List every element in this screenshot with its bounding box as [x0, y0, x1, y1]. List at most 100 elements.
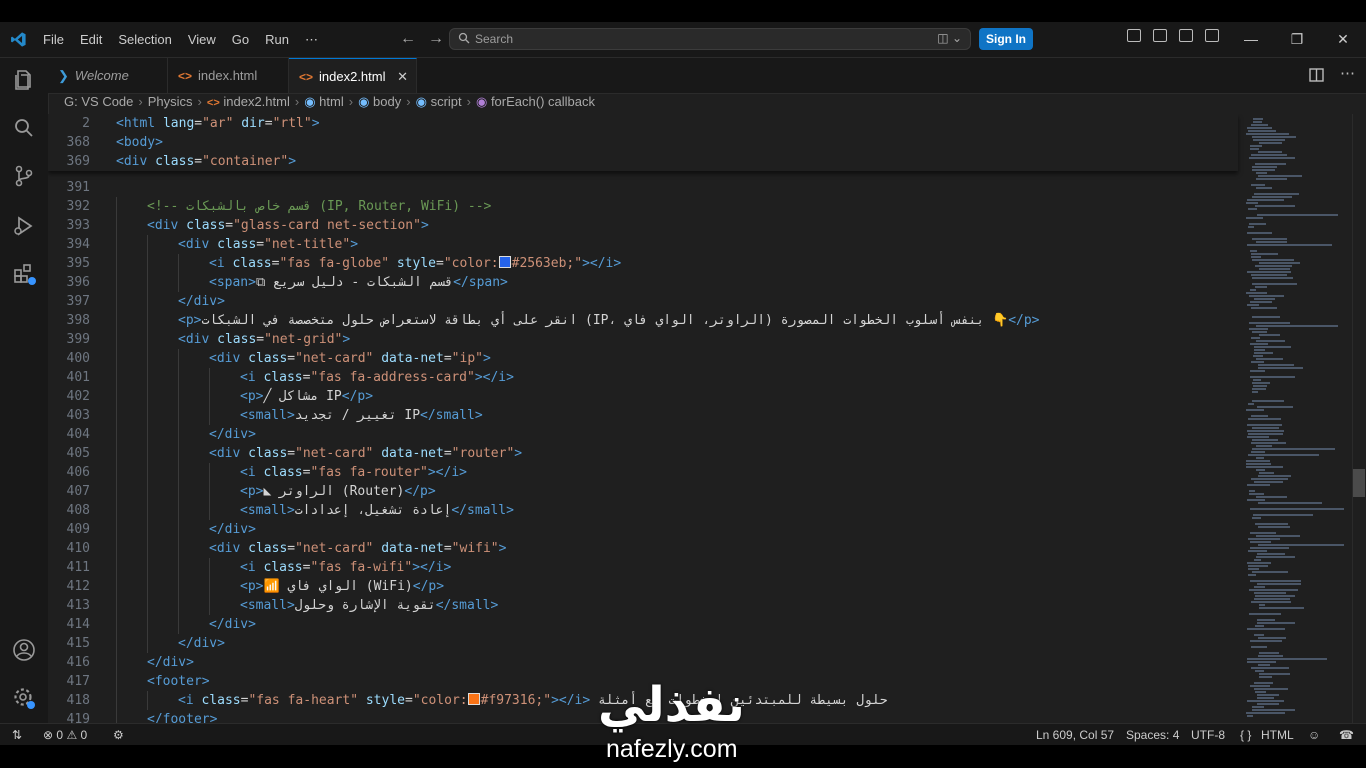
minimap[interactable]	[1244, 114, 1352, 724]
sticky-line[interactable]: 368 <body>	[48, 133, 1238, 152]
code-line[interactable]: 401 <i class="fas fa-address-card"></i>	[48, 368, 1238, 387]
command-center-search[interactable]: Search ◫ ⌄	[449, 28, 971, 50]
code-line[interactable]: 414 </div>	[48, 615, 1238, 634]
code-line[interactable]: 392 <!-- قسم خاص بالشبكات (IP, Router, Wi…	[48, 197, 1238, 216]
breadcrumb-item[interactable]: Physics	[148, 94, 193, 109]
sticky-line[interactable]: 369 <div class="container">	[48, 152, 1238, 171]
close-tab-icon[interactable]: ✕	[397, 69, 408, 84]
code-line[interactable]: 410 <div class="net-card" data-net="wifi"…	[48, 539, 1238, 558]
sticky-line[interactable]: 2 <html lang="ar" dir="rtl">	[48, 114, 1238, 133]
code-line[interactable]: 404 </div>	[48, 425, 1238, 444]
problems-status[interactable]: ⊗ 0 ⚠ 0	[43, 724, 87, 746]
code-line[interactable]: 403 <small>تغيير / تجديد IP</small>	[48, 406, 1238, 425]
breadcrumb-item[interactable]: VS Code	[81, 94, 133, 109]
code-line[interactable]: 406 <i class="fas fa-router"></i>	[48, 463, 1238, 482]
explorer-icon[interactable]	[12, 68, 36, 92]
indent-guide	[209, 558, 210, 577]
code-line[interactable]: 418 <i class="fas fa-heart" style="color:…	[48, 691, 1238, 710]
manage-gear-icon[interactable]	[12, 686, 36, 710]
code-line[interactable]: 415 </div>	[48, 634, 1238, 653]
minimap-line	[1257, 214, 1338, 216]
menu-selection[interactable]: Selection	[118, 32, 171, 47]
code-line[interactable]: 397 </div>	[48, 292, 1238, 311]
code-line[interactable]: 416 </div>	[48, 653, 1238, 672]
code-line[interactable]: 409 </div>	[48, 520, 1238, 539]
code-line[interactable]: 391	[48, 178, 1238, 197]
code-line[interactable]: 413 <small>تقوية الإشارة وحلول</small>	[48, 596, 1238, 615]
restore-icon[interactable]: ❐	[1274, 22, 1320, 57]
back-arrow-icon[interactable]: ←	[400, 30, 416, 47]
toggle-panel-icon[interactable]	[1179, 29, 1193, 42]
minimap-line	[1249, 589, 1298, 591]
indent-guide	[147, 463, 148, 482]
minimap-line	[1259, 262, 1300, 264]
code-text: </div>	[209, 522, 256, 537]
minimap-line	[1248, 538, 1280, 540]
forward-arrow-icon[interactable]: →	[428, 30, 444, 47]
code-line[interactable]: 405 <div class="net-card" data-net="route…	[48, 444, 1238, 463]
minimap-line	[1251, 256, 1261, 258]
indent-guide	[147, 577, 148, 596]
indent-guide	[116, 615, 117, 634]
run-debug-icon[interactable]	[12, 214, 36, 238]
minimize-icon[interactable]: —	[1228, 22, 1274, 57]
code-line[interactable]: 396 <span>⧉ قسم الشبكات - دليل سريع</span…	[48, 273, 1238, 292]
code-line[interactable]: 395 <i class="fas fa-globe" style="color:…	[48, 254, 1238, 273]
copilot-chevron-icon[interactable]: ◫ ⌄	[937, 31, 962, 45]
toggle-secondary-sidebar-icon[interactable]	[1205, 29, 1219, 42]
menu-edit[interactable]: Edit	[80, 32, 102, 47]
source-control-icon[interactable]	[12, 164, 36, 188]
tab-index-html[interactable]: <> index.html	[168, 58, 289, 93]
code-line[interactable]: 394 <div class="net-title">	[48, 235, 1238, 254]
account-icon[interactable]	[12, 638, 36, 662]
code-line[interactable]: 411 <i class="fas fa-wifi"></i>	[48, 558, 1238, 577]
breadcrumb-item[interactable]: forEach() callback	[491, 94, 595, 109]
encoding-status[interactable]: UTF-8	[1191, 724, 1225, 746]
code-line[interactable]: 398 <p>انقر على أي بطاقة لاستعراض حلول مت…	[48, 311, 1238, 330]
breadcrumb-item[interactable]: script	[431, 94, 462, 109]
breadcrumb-item[interactable]: html	[319, 94, 344, 109]
code-line[interactable]: 407 <p>◣ الراوتر (Router)</p>	[48, 482, 1238, 501]
element-icon: ◉	[358, 94, 370, 109]
sign-in-button[interactable]: Sign In	[979, 28, 1033, 50]
vertical-scrollbar[interactable]	[1352, 114, 1366, 724]
menu-file[interactable]: File	[43, 32, 64, 47]
copilot-icon[interactable]: ☺	[1308, 724, 1320, 746]
breadcrumb-item[interactable]: index2.html	[223, 94, 289, 109]
code-line[interactable]: 402 <p>╱ مشاكل IP</p>	[48, 387, 1238, 406]
extensions-icon[interactable]	[12, 262, 36, 286]
cursor-position[interactable]: Ln 609, Col 57	[1036, 724, 1114, 746]
split-editor-icon[interactable]	[1309, 68, 1324, 82]
code-line[interactable]: 419 </footer>	[48, 710, 1238, 724]
code-line[interactable]: 399 <div class="net-grid">	[48, 330, 1238, 349]
indentation-status[interactable]: Spaces: 4	[1126, 724, 1179, 746]
code-line[interactable]: 393 <div class="glass-card net-section">	[48, 216, 1238, 235]
element-icon: ◉	[415, 94, 427, 109]
remote-icon[interactable]: ⇅	[12, 724, 22, 746]
notifications-bell-icon[interactable]: ☎	[1339, 724, 1354, 746]
menu-run[interactable]: Run	[265, 32, 289, 47]
indent-guide	[116, 520, 117, 539]
customize-layout-icon[interactable]	[1127, 29, 1141, 42]
menu-go[interactable]: Go	[232, 32, 249, 47]
code-line[interactable]: 412 <p>📶 الواي فاي (WiFi)</p>	[48, 577, 1238, 596]
more-actions-icon[interactable]: ⋯	[1340, 64, 1355, 82]
code-text: <div class="container">	[116, 154, 297, 169]
ports-icon[interactable]: ⚙	[113, 724, 124, 746]
code-line[interactable]: 417 <footer>	[48, 672, 1238, 691]
tab-welcome[interactable]: ❯ Welcome	[48, 58, 168, 93]
breadcrumb-item[interactable]: G:	[64, 94, 78, 109]
menu-more[interactable]: ⋯	[305, 32, 318, 48]
language-mode[interactable]: HTML	[1261, 724, 1294, 746]
minimap-line	[1255, 265, 1292, 267]
search-sidebar-icon[interactable]	[12, 116, 36, 140]
code-line[interactable]: 400 <div class="net-card" data-net="ip">	[48, 349, 1238, 368]
scrollbar-thumb[interactable]	[1353, 469, 1365, 497]
tab-index2-html[interactable]: <> index2.html ✕	[289, 58, 417, 93]
breadcrumb-item[interactable]: body	[373, 94, 401, 109]
close-window-icon[interactable]: ✕	[1320, 22, 1366, 57]
menu-view[interactable]: View	[188, 32, 216, 47]
code-editor[interactable]: 391 392 <!-- قسم خاص بالشبكات (IP, Router,…	[48, 114, 1244, 724]
code-line[interactable]: 408 <small>إعادة تشغيل، إعدادات</small>	[48, 501, 1238, 520]
toggle-sidebar-icon[interactable]	[1153, 29, 1167, 42]
